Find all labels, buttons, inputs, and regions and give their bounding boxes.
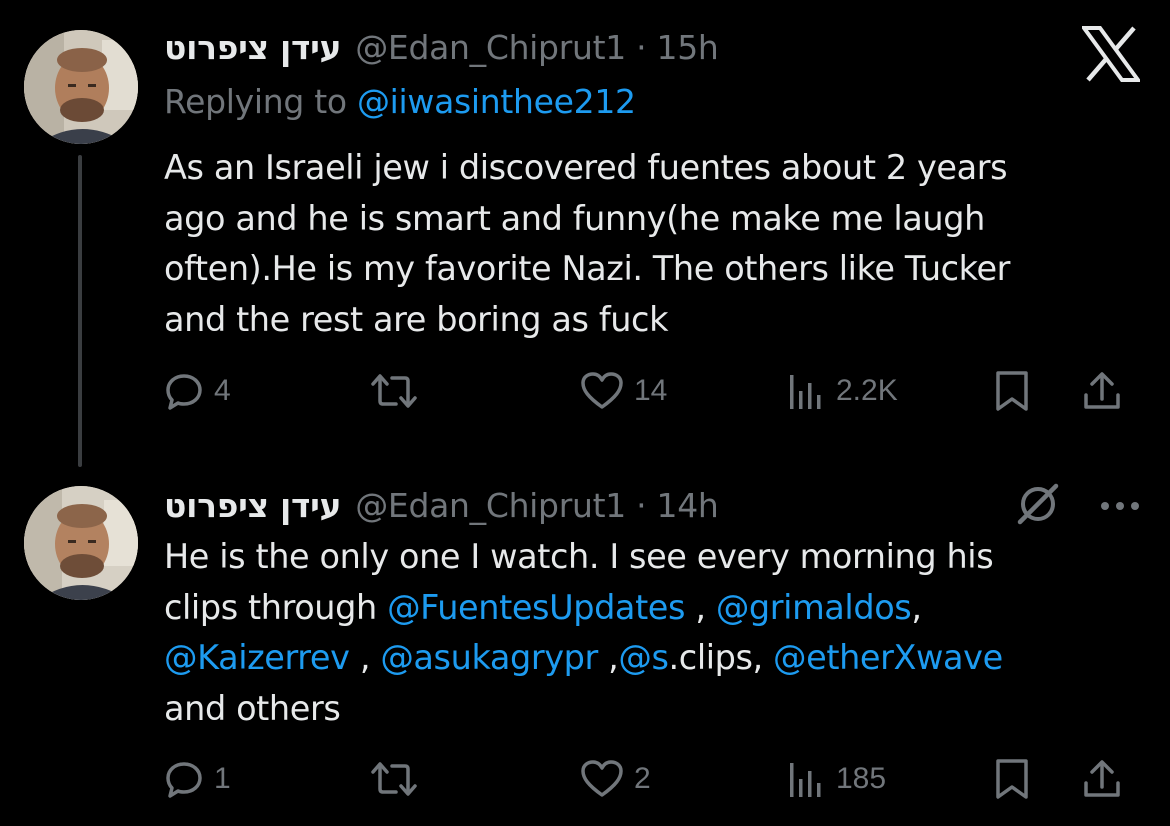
tweet-text-line: often).He is my favorite Nazi. The other… — [164, 249, 1011, 288]
grok-slash-icon[interactable] — [1016, 482, 1060, 530]
text-segment: , — [911, 587, 922, 627]
header-separator: · — [636, 486, 647, 525]
share-button[interactable] — [1080, 752, 1124, 806]
replying-mention-link[interactable]: @iiwasinthee212 — [357, 82, 636, 121]
reply-count: 1 — [214, 762, 231, 795]
bookmark-button[interactable] — [992, 752, 1032, 806]
like-count: 2 — [634, 762, 651, 795]
tweet-text-line: and the rest are boring as fuck — [164, 299, 669, 339]
reply-icon — [166, 762, 202, 798]
views-button[interactable]: 2.2K — [786, 364, 898, 418]
tweet-actions: 1 2 185 — [160, 752, 1140, 806]
mention-link[interactable]: @etherXwave — [773, 638, 1003, 677]
tweet-time[interactable]: 14h — [657, 486, 719, 525]
display-name[interactable]: עידן ציפרוט — [164, 486, 341, 525]
retweet-icon — [371, 762, 417, 796]
replying-to: Replying to @iiwasinthee212 — [164, 82, 636, 122]
reply-button[interactable]: 1 — [164, 752, 231, 806]
reply-icon — [166, 374, 202, 410]
tweet-header: עידן ציפרוט @Edan_Chiprut1 · 15h — [164, 28, 719, 68]
tweet-actions: 4 14 2.2K — [160, 364, 1140, 418]
bookmark-icon — [996, 371, 1028, 411]
user-handle[interactable]: @Edan_Chiprut1 — [355, 486, 626, 525]
tweet-top-icons — [1016, 482, 1140, 530]
bookmark-icon — [996, 759, 1028, 799]
header-separator: · — [636, 28, 647, 67]
reply-count: 4 — [214, 374, 231, 407]
like-button[interactable]: 14 — [580, 364, 667, 418]
views-bar-icon — [790, 375, 821, 409]
more-dots-icon[interactable] — [1100, 497, 1140, 516]
tweet-text-line: @Kaizerrev , @asukagrypr ,@s.clips, @eth… — [164, 633, 1144, 684]
share-icon — [1084, 760, 1120, 797]
thread-connector-line — [78, 155, 82, 467]
text-segment: .clips, — [668, 638, 774, 677]
share-icon — [1084, 372, 1120, 409]
tweet-text-line: clips through @FuentesUpdates , @grimald… — [164, 583, 1144, 634]
avatar-image — [24, 486, 138, 600]
tweet-time[interactable]: 15h — [657, 28, 719, 67]
text-segment: , — [349, 638, 381, 677]
views-button[interactable]: 185 — [786, 752, 886, 806]
retweet-button[interactable] — [370, 752, 418, 806]
share-button[interactable] — [1080, 364, 1124, 418]
tweet-text-line: ago and he is smart and funny(he make me… — [164, 198, 985, 238]
view-count: 185 — [836, 762, 887, 795]
heart-icon — [581, 760, 623, 797]
mention-link[interactable]: @s — [618, 638, 669, 677]
mention-link[interactable]: @grimaldos — [716, 588, 912, 627]
text-segment: , — [685, 587, 716, 627]
tweet-text-line: As an Israeli jew i discovered fuentes a… — [164, 148, 1008, 187]
heart-icon — [581, 372, 623, 409]
avatar-image — [24, 30, 138, 144]
view-count: 2.2K — [836, 374, 898, 407]
tweet-1[interactable]: עידן ציפרוט @Edan_Chiprut1 · 15h Replying… — [0, 0, 1170, 470]
user-handle[interactable]: @Edan_Chiprut1 — [355, 28, 626, 67]
views-bar-icon — [790, 763, 821, 797]
like-count: 14 — [634, 374, 668, 407]
mention-link[interactable]: @asukagrypr — [380, 638, 598, 677]
retweet-icon — [371, 374, 417, 408]
tweet-text: He is the only one I watch. I see every … — [164, 532, 1144, 734]
tweet-text: As an Israeli jew i discovered fuentes a… — [164, 143, 1144, 345]
avatar[interactable] — [24, 30, 138, 144]
text-segment: clips through — [164, 587, 388, 627]
text-segment: , — [597, 638, 619, 677]
mention-link[interactable]: @Kaizerrev — [164, 638, 350, 677]
tweet-2[interactable]: עידן ציפרוט @Edan_Chiprut1 · 14h He is th… — [0, 470, 1170, 826]
tweet-text-line: He is the only one I watch. I see every … — [164, 537, 994, 576]
mention-link[interactable]: @FuentesUpdates — [387, 588, 685, 627]
like-button[interactable]: 2 — [580, 752, 651, 806]
display-name[interactable]: עידן ציפרוט — [164, 28, 341, 67]
retweet-button[interactable] — [370, 364, 418, 418]
tweet-text-line: and others — [164, 688, 341, 728]
x-logo-icon — [1080, 26, 1142, 82]
reply-button[interactable]: 4 — [164, 364, 231, 418]
tweet-header: עידן ציפרוט @Edan_Chiprut1 · 14h — [164, 486, 719, 526]
replying-prefix: Replying to — [164, 82, 347, 121]
bookmark-button[interactable] — [992, 364, 1032, 418]
avatar[interactable] — [24, 486, 138, 600]
